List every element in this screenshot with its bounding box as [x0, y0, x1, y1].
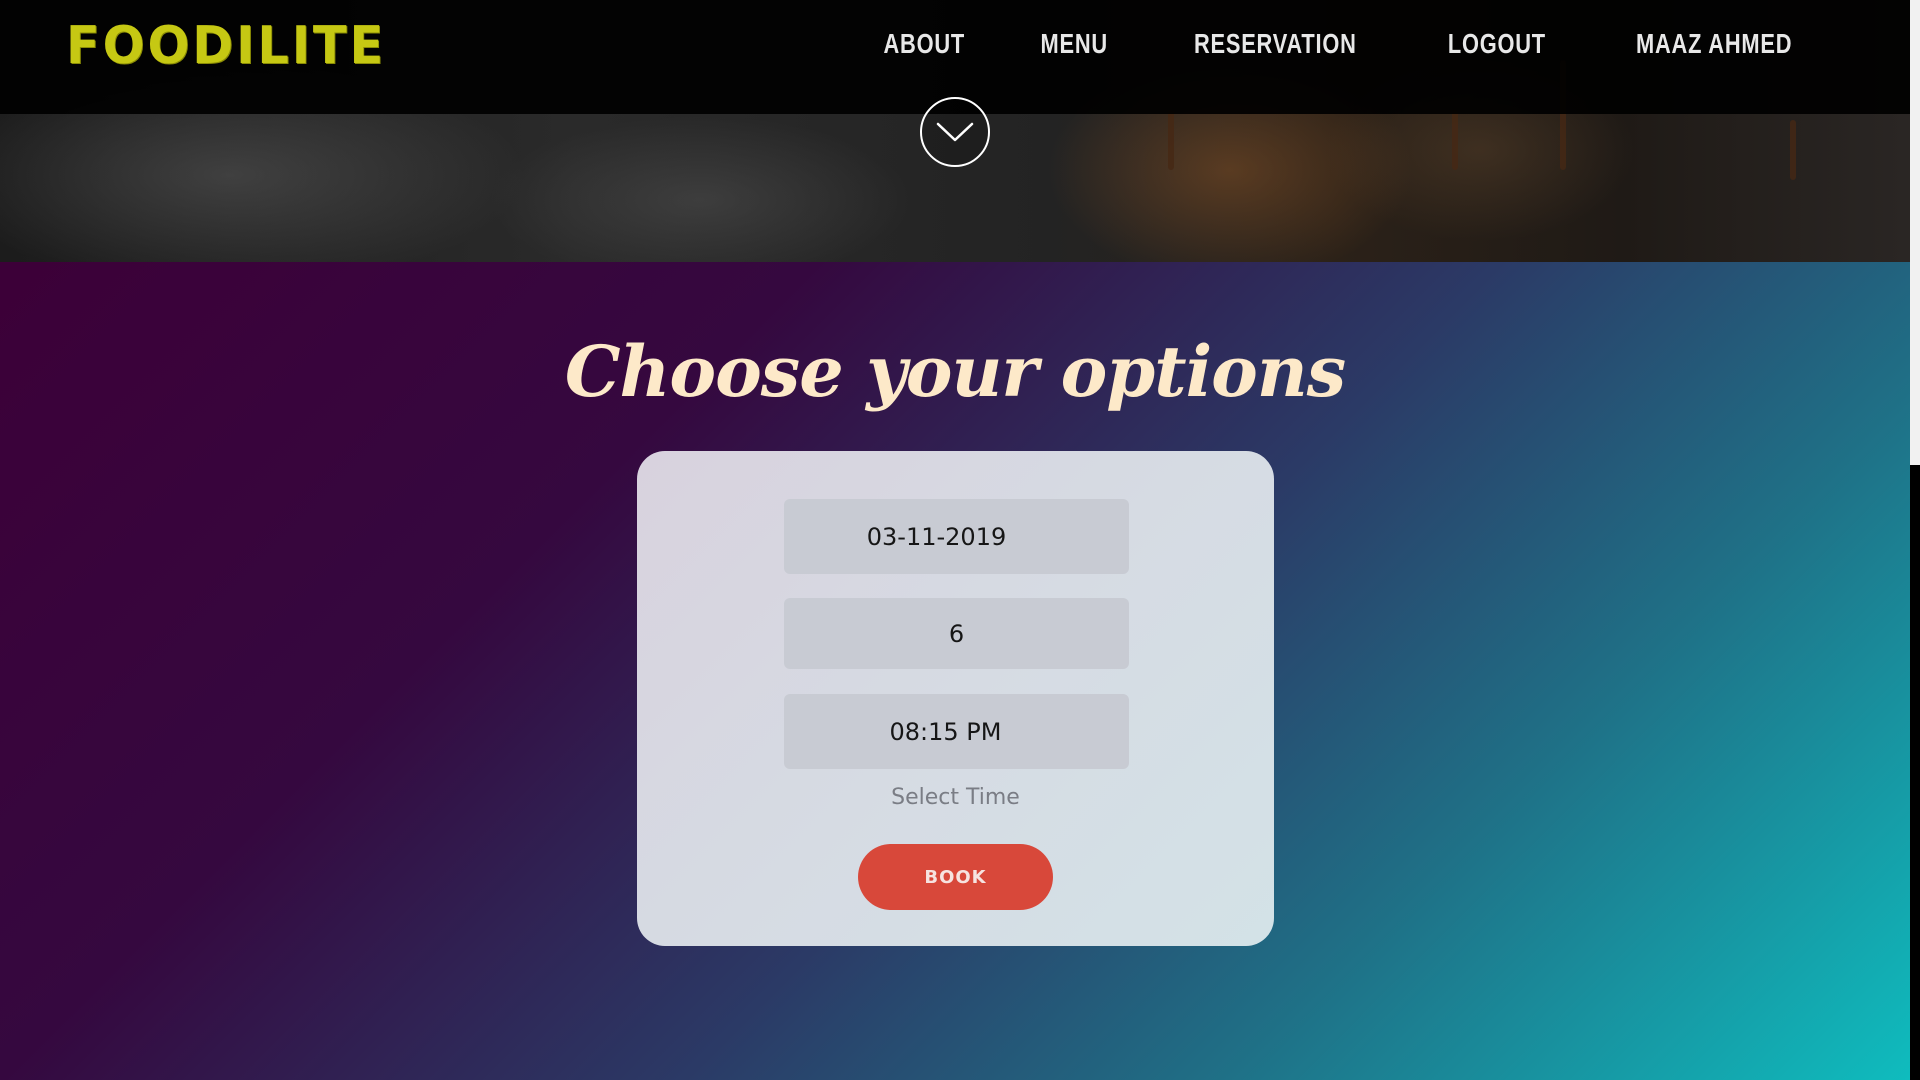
time-hint: Select Time: [891, 785, 1020, 810]
reservation-form-card: 03-11-2019 6 08:15 PM Select Time BOOK: [637, 451, 1274, 946]
date-value: 03-11-2019: [866, 522, 1007, 551]
scrollbar[interactable]: [1910, 0, 1920, 1080]
scroll-down-button[interactable]: [920, 97, 990, 167]
nav-about[interactable]: ABOUT: [884, 28, 966, 60]
date-field[interactable]: 03-11-2019: [784, 499, 1129, 574]
time-field[interactable]: 08:15 PM: [784, 694, 1129, 769]
nav-menu[interactable]: MENU: [1040, 28, 1107, 60]
section-title: Choose your options: [564, 330, 1346, 413]
chevron-down-icon: [936, 122, 974, 142]
brand-logo[interactable]: FOODILITE: [66, 16, 386, 76]
nav-user-name[interactable]: MAAZ AHMED: [1636, 28, 1792, 60]
book-button[interactable]: BOOK: [858, 844, 1053, 910]
nav-logout[interactable]: LOGOUT: [1448, 28, 1546, 60]
scrollbar-thumb[interactable]: [1910, 0, 1920, 465]
guests-value: 6: [948, 619, 965, 648]
time-value: 08:15 PM: [889, 717, 1002, 746]
nav-links: ABOUT MENU RESERVATION LOGOUT MAAZ AHMED: [872, 28, 1814, 60]
guests-field[interactable]: 6: [784, 598, 1129, 669]
nav-reservation[interactable]: RESERVATION: [1194, 28, 1357, 60]
